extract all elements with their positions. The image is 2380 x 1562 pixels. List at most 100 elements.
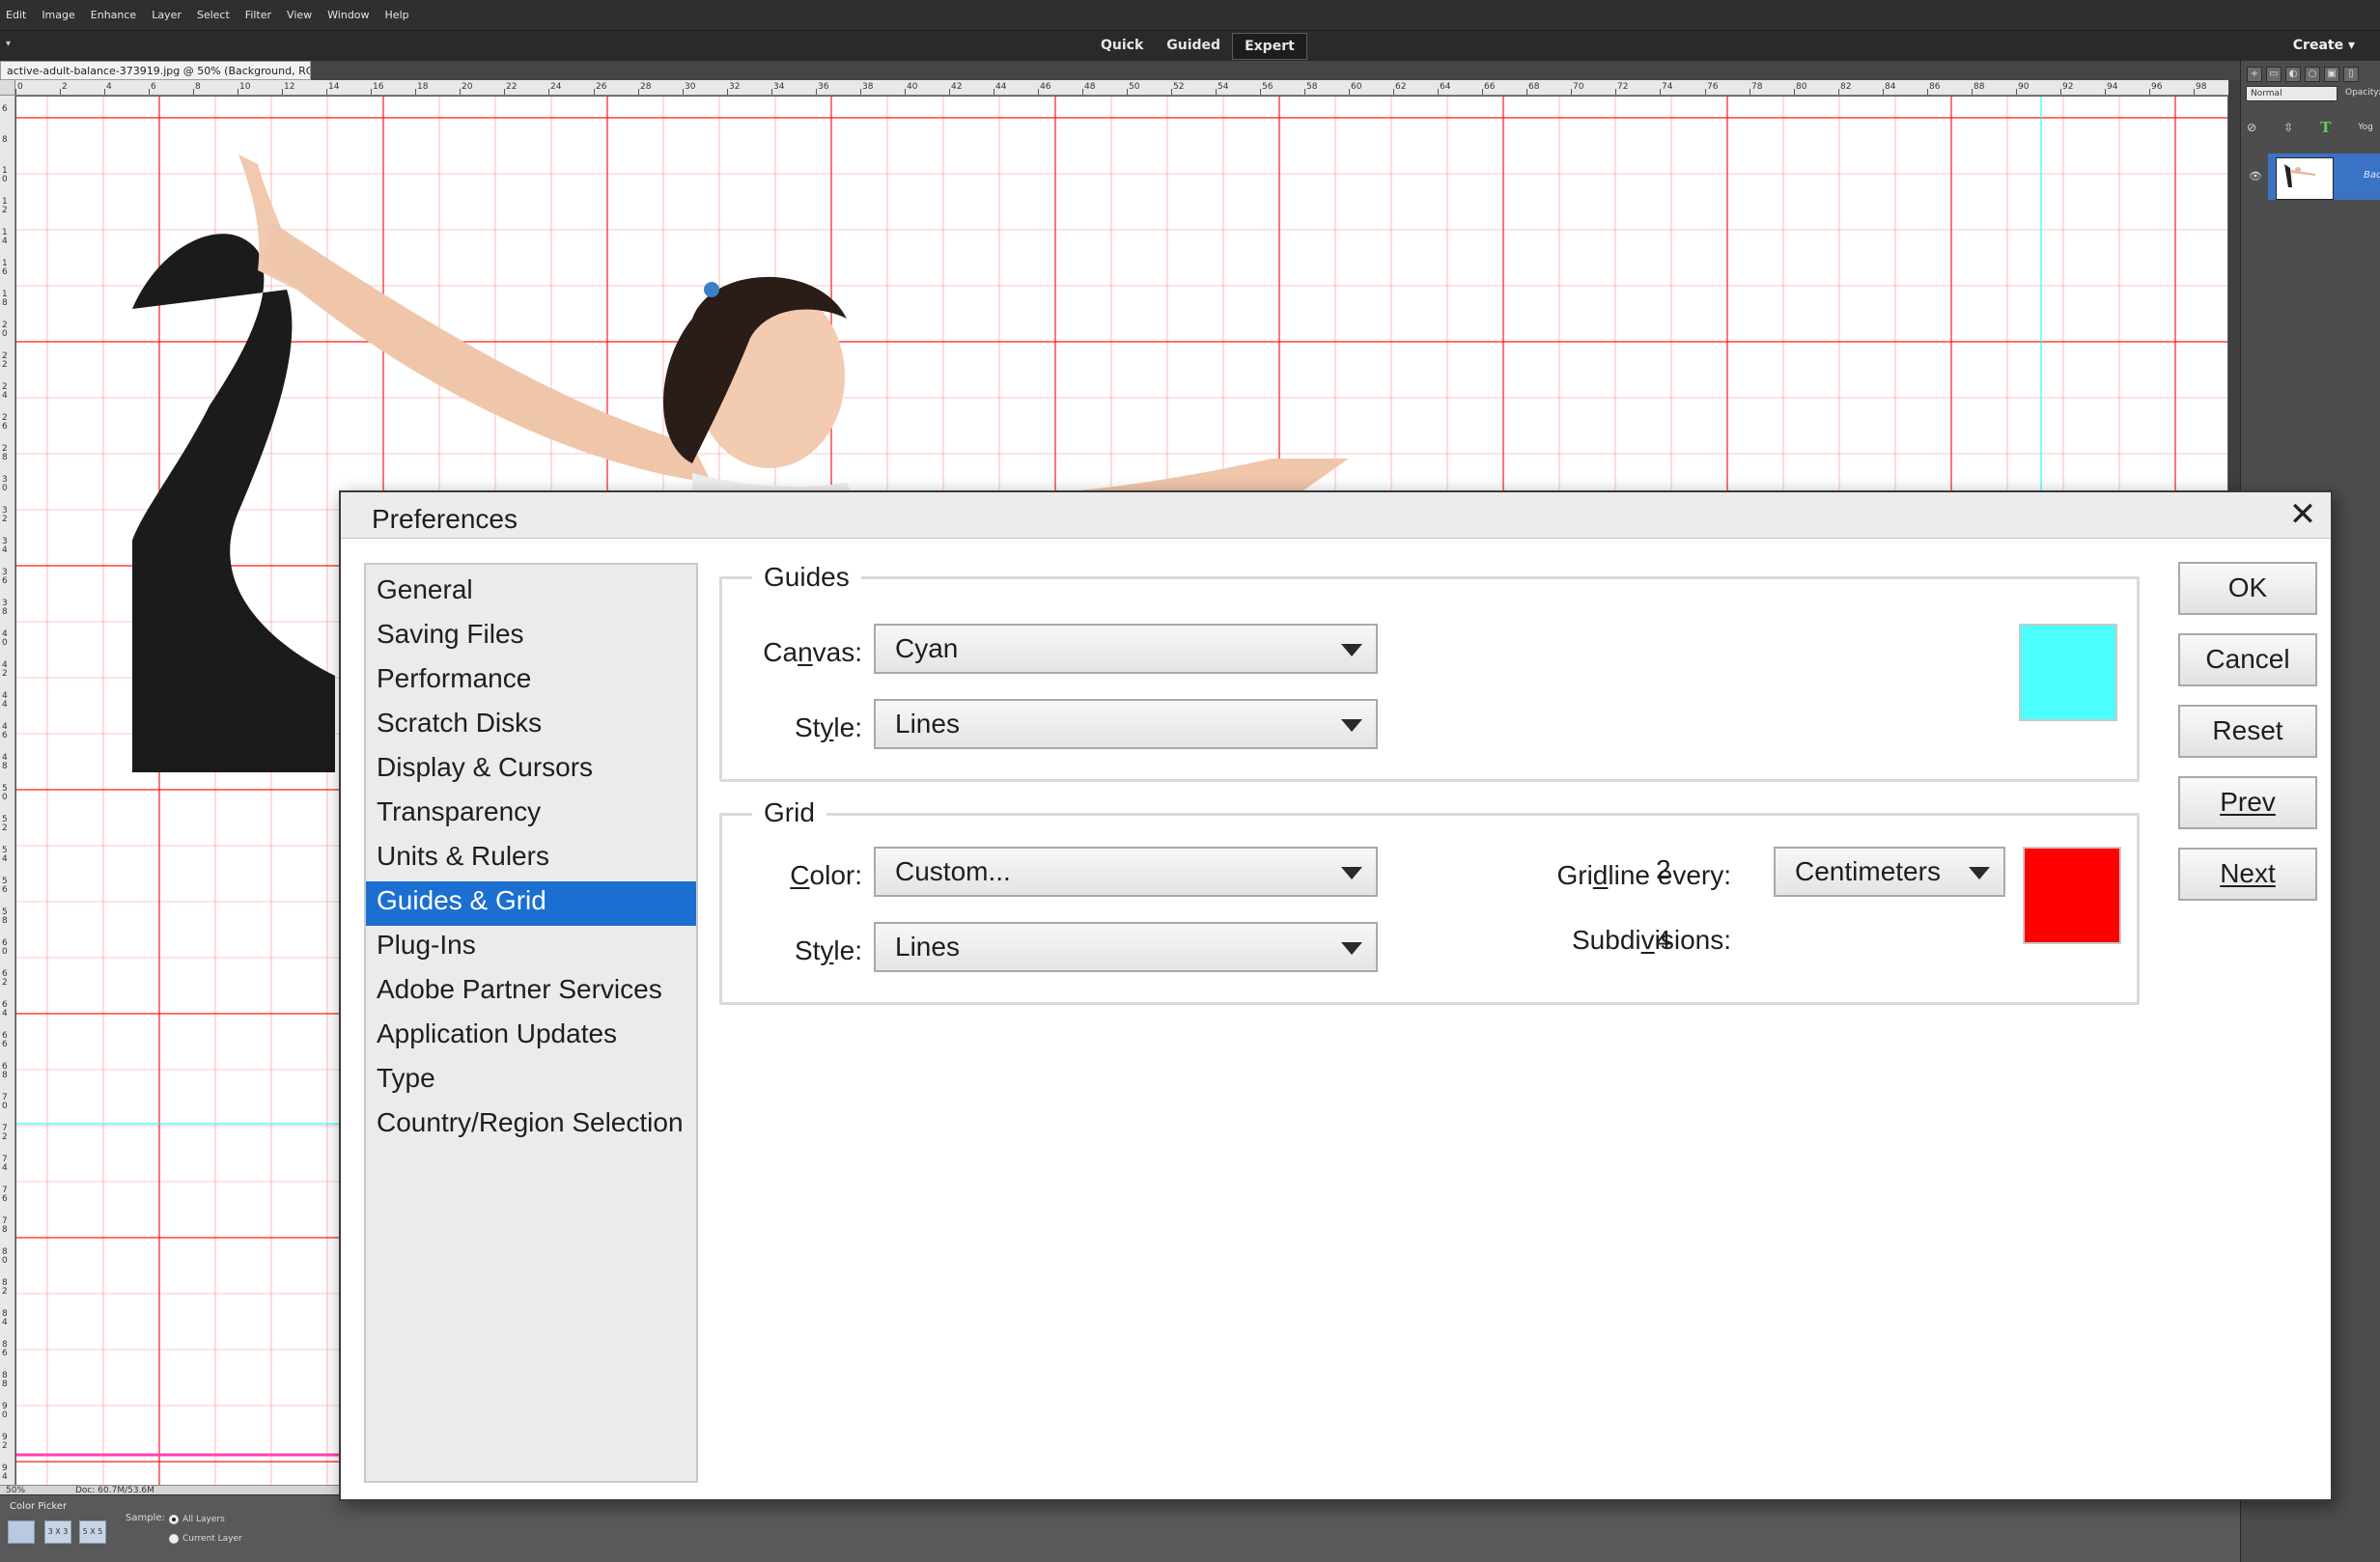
category-plug-ins[interactable]: Plug-Ins: [366, 926, 696, 970]
sample-current-layer[interactable]: Current Layer: [169, 1534, 242, 1544]
dropdown-arrow-icon: [1341, 942, 1362, 955]
horizontal-ruler[interactable]: 0 2 4 6 8 10 12 14 16 18 20 22 24 26 28 30 32 34 36 38 40 42 4…: [15, 80, 2238, 96]
ruler-tick-label: 5 8: [2, 907, 8, 926]
ruler-tick-label: 9 4: [2, 1464, 8, 1482]
sample-size-3x3[interactable]: 3 X 3: [44, 1520, 71, 1544]
document-tab[interactable]: active-adult-balance-373919.jpg @ 50% (B…: [0, 61, 311, 80]
text-layer-label: Yog: [2358, 123, 2373, 132]
radio-current-layer[interactable]: [169, 1534, 179, 1544]
menu-enhance[interactable]: Enhance: [91, 9, 136, 21]
grid-color-select[interactable]: Custom...: [874, 847, 1378, 897]
text-layer-icon[interactable]: T: [2320, 119, 2331, 136]
guides-canvas-select[interactable]: Cyan: [874, 624, 1378, 674]
category-adobe-partner-services[interactable]: Adobe Partner Services: [366, 970, 696, 1015]
close-icon[interactable]: ✕: [2284, 496, 2321, 533]
tab-guided[interactable]: Guided: [1155, 33, 1232, 60]
guides-color-swatch[interactable]: [2019, 624, 2117, 721]
dialog-titlebar[interactable]: Preferences ✕: [341, 492, 2331, 539]
radio-label-current-layer: Current Layer: [182, 1534, 242, 1544]
link-icon[interactable]: ⊘: [2247, 121, 2256, 134]
grid-units-select[interactable]: Centimeters: [1774, 847, 2005, 897]
menu-image[interactable]: Image: [42, 9, 74, 21]
ruler-tick: [15, 89, 16, 95]
ruler-tick: [2016, 89, 2017, 95]
ruler-tick-label: 1 2: [2, 197, 8, 215]
chevron-down-icon[interactable]: ▾: [6, 39, 11, 49]
ok-button[interactable]: OK: [2178, 562, 2317, 615]
grid-color-swatch[interactable]: [2023, 847, 2121, 944]
ruler-tick-label: 66: [1484, 82, 1496, 92]
reset-button[interactable]: Reset: [2178, 705, 2317, 758]
ruler-tick-label: 4 4: [2, 691, 8, 710]
prev-button[interactable]: Prev: [2178, 776, 2317, 829]
sample-all-layers[interactable]: All Layers: [169, 1515, 225, 1524]
menu-edit[interactable]: Edit: [6, 9, 26, 21]
grid-style-select[interactable]: Lines: [874, 922, 1378, 972]
ruler-tick-label: 5 4: [2, 846, 8, 864]
ruler-tick: [1526, 89, 1527, 95]
radio-all-layers[interactable]: [169, 1515, 179, 1524]
category-type[interactable]: Type: [366, 1059, 696, 1103]
category-general[interactable]: General: [366, 571, 696, 615]
sample-size-5x5[interactable]: 5 X 5: [79, 1520, 106, 1544]
guides-style-select[interactable]: Lines: [874, 699, 1378, 749]
gridline-every-field[interactable]: 2: [1656, 854, 1671, 885]
category-saving-files[interactable]: Saving Files: [366, 615, 696, 659]
ruler-tick: [149, 89, 150, 95]
subdivisions-field[interactable]: 4: [1656, 925, 1671, 956]
menu-view[interactable]: View: [287, 9, 312, 21]
tab-quick[interactable]: Quick: [1089, 33, 1155, 60]
guides-canvas-label: Canvas:: [763, 637, 862, 667]
ruler-tick-label: 7 4: [2, 1155, 8, 1173]
ruler-tick-label: 7 6: [2, 1185, 8, 1204]
layer-mask-icon[interactable]: ○: [2305, 67, 2320, 82]
category-display-cursors[interactable]: Display & Cursors: [366, 748, 696, 793]
ruler-tick-label: 1 0: [2, 166, 8, 184]
layer-thumbnail[interactable]: [2276, 157, 2334, 200]
ruler-tick-label: 8 2: [2, 1278, 8, 1297]
lock-transparency-icon[interactable]: ⇳: [2283, 121, 2293, 134]
category-guides-grid[interactable]: Guides & Grid: [366, 881, 696, 926]
menu-window[interactable]: Window: [327, 9, 369, 21]
ruler-tick-label: 14: [328, 82, 340, 92]
ruler-tick-label: 76: [1707, 82, 1719, 92]
ruler-tick-label: 72: [1617, 82, 1629, 92]
adjustment-layer-icon[interactable]: ◐: [2285, 67, 2301, 82]
new-group-icon[interactable]: ▭: [2266, 67, 2282, 82]
category-country-region[interactable]: Country/Region Selection: [366, 1103, 696, 1148]
ruler-tick-label: 6: [151, 82, 156, 92]
category-performance[interactable]: Performance: [366, 659, 696, 704]
menu-layer[interactable]: Layer: [152, 9, 182, 21]
ruler-tick: [460, 89, 461, 95]
category-transparency[interactable]: Transparency: [366, 793, 696, 837]
guides-style-label: Style:: [794, 712, 862, 742]
ruler-tick-label: 4 0: [2, 629, 8, 648]
ruler-tick-label: 42: [951, 82, 963, 92]
blend-mode-select[interactable]: Normal: [2246, 86, 2338, 101]
trash-icon[interactable]: ▯: [2343, 67, 2359, 82]
ruler-tick-label: 2 4: [2, 382, 8, 401]
category-scratch-disks[interactable]: Scratch Disks: [366, 704, 696, 748]
create-menu-button[interactable]: Create ▾: [2293, 38, 2355, 53]
menu-help[interactable]: Help: [385, 9, 409, 21]
ruler-tick-label: 38: [862, 82, 874, 92]
ruler-tick: [638, 89, 639, 95]
vertical-ruler[interactable]: 6 8 1 0 1 2 1 4 1 6 1 8 2 0 2 2 2 4 2 6 2 8 3 0 3 2 3 …: [0, 96, 15, 1544]
ruler-tick-label: 84: [1885, 82, 1896, 92]
ruler-origin[interactable]: [0, 80, 15, 96]
lock-icon[interactable]: ▣: [2324, 67, 2339, 82]
sample-size-point[interactable]: [8, 1520, 35, 1544]
category-units-rulers[interactable]: Units & Rulers: [366, 837, 696, 881]
new-layer-icon[interactable]: +: [2247, 67, 2262, 82]
prev-button-label: Prev: [2220, 787, 2276, 817]
menu-filter[interactable]: Filter: [245, 9, 271, 21]
grid-group-title: Grid: [752, 797, 826, 828]
menu-select[interactable]: Select: [197, 9, 230, 21]
dropdown-arrow-icon: [1341, 719, 1362, 732]
eye-icon[interactable]: 👁: [2249, 170, 2262, 182]
next-button[interactable]: Next: [2178, 848, 2317, 901]
tab-expert[interactable]: Expert: [1232, 33, 1307, 60]
ruler-tick: [1349, 89, 1350, 95]
cancel-button[interactable]: Cancel: [2178, 633, 2317, 686]
category-application-updates[interactable]: Application Updates: [366, 1015, 696, 1059]
